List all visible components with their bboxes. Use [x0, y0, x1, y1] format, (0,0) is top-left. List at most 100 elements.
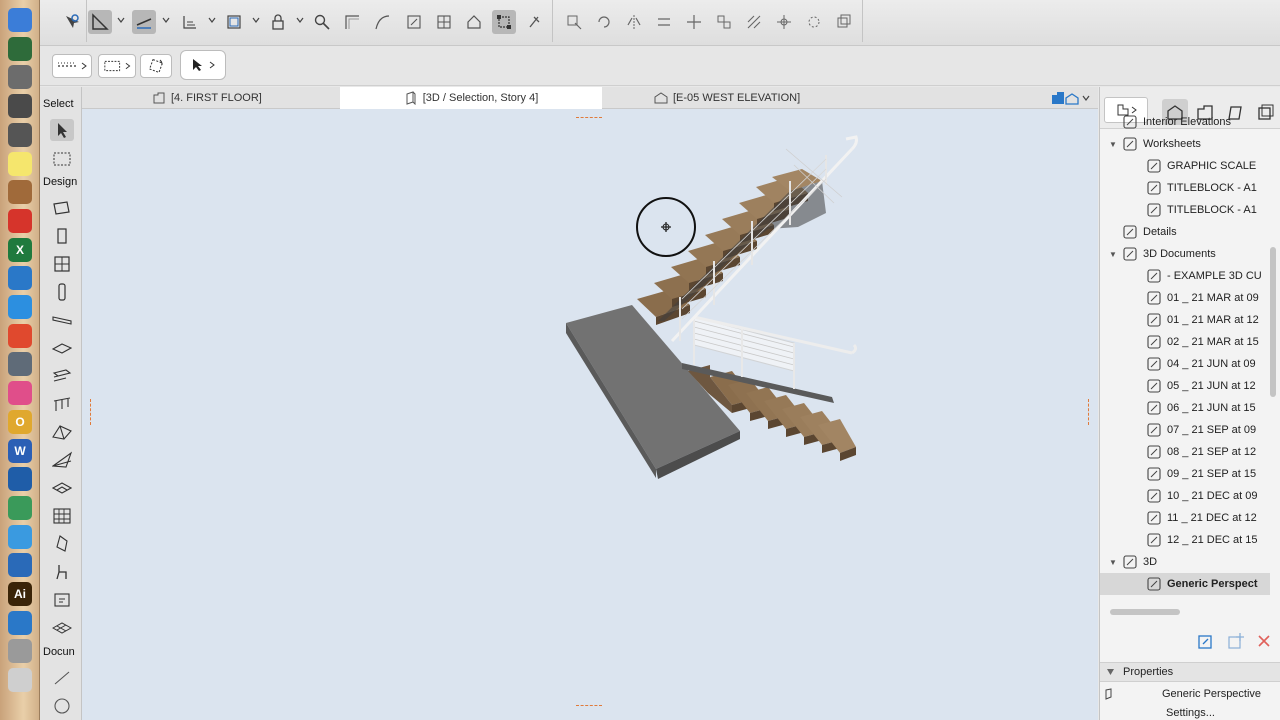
- rotate-marquee-button[interactable]: [140, 54, 172, 78]
- explode-icon[interactable]: [802, 10, 826, 34]
- dropdown-arrow-icon[interactable]: [252, 16, 260, 24]
- tree-item[interactable]: Interior Elevations: [1100, 111, 1270, 133]
- outlook-icon[interactable]: O: [8, 409, 32, 434]
- find-select-icon[interactable]: [310, 10, 334, 34]
- tree-item[interactable]: GRAPHIC SCALE: [1100, 155, 1270, 177]
- door-tool-icon[interactable]: [50, 225, 74, 247]
- line-tool-icon[interactable]: [50, 667, 74, 689]
- edit-selection-icon[interactable]: [492, 10, 516, 34]
- stair-tool-icon[interactable]: [50, 365, 74, 387]
- dropdown-arrow-icon[interactable]: [208, 16, 216, 24]
- design-heading[interactable]: Design: [43, 176, 77, 188]
- blueprint-icon[interactable]: [8, 610, 32, 635]
- properties-header[interactable]: Properties: [1100, 662, 1280, 682]
- tab-west-elevation[interactable]: [E-05 WEST ELEVATION]: [654, 87, 894, 109]
- notes-icon[interactable]: [8, 151, 32, 176]
- intersect-icon[interactable]: [742, 10, 766, 34]
- open-view-icon[interactable]: [1196, 633, 1214, 651]
- adjust-icon[interactable]: [772, 10, 796, 34]
- lock-icon[interactable]: [266, 10, 290, 34]
- split-icon[interactable]: [432, 10, 456, 34]
- stair-3d-model[interactable]: [82, 109, 1098, 720]
- skylight-tool-icon[interactable]: [50, 477, 74, 499]
- itunes-icon[interactable]: [8, 381, 32, 406]
- slab-tool-icon[interactable]: [50, 337, 74, 359]
- illustrator-icon[interactable]: Ai: [8, 582, 32, 606]
- mirror-icon[interactable]: [622, 10, 646, 34]
- tree-item[interactable]: Details: [1100, 221, 1270, 243]
- tree-item[interactable]: 06 _ 21 JUN at 15: [1100, 397, 1270, 419]
- shell-tool-icon[interactable]: [50, 449, 74, 471]
- tab-3d-selection[interactable]: [3D / Selection, Story 4]: [340, 87, 602, 109]
- settings-button[interactable]: Settings...: [1100, 707, 1280, 720]
- tree-vertical-scrollbar[interactable]: [1270, 247, 1276, 397]
- drag-icon[interactable]: [562, 10, 586, 34]
- tree-item[interactable]: 12 _ 21 DEC at 15: [1100, 529, 1270, 551]
- launchpad-icon[interactable]: [8, 94, 32, 119]
- arrow-tool-icon[interactable]: [60, 10, 84, 34]
- selection-frame-icon[interactable]: [222, 10, 246, 34]
- quicktime-icon[interactable]: [8, 467, 32, 492]
- roof-tool-icon[interactable]: [50, 421, 74, 443]
- railing-tool-icon[interactable]: [50, 393, 74, 415]
- zone-tool-icon[interactable]: [50, 589, 74, 611]
- delete-icon[interactable]: [1256, 633, 1272, 649]
- window-tool-icon[interactable]: [50, 253, 74, 275]
- word-icon[interactable]: W: [8, 438, 32, 463]
- snap-guides-icon[interactable]: [132, 10, 156, 34]
- dropdown-arrow-icon[interactable]: [162, 16, 170, 24]
- tree-item[interactable]: 10 _ 21 DEC at 09: [1100, 485, 1270, 507]
- offset-icon[interactable]: [340, 10, 364, 34]
- tree-item[interactable]: TITLEBLOCK - A1: [1100, 199, 1270, 221]
- column-tool-icon[interactable]: [50, 281, 74, 303]
- view-switch-button[interactable]: [1050, 89, 1094, 107]
- select-heading[interactable]: Select: [43, 98, 74, 110]
- dashboard-icon[interactable]: [8, 36, 32, 61]
- dropdown-arrow-icon[interactable]: [296, 16, 304, 24]
- expand-triangle-icon[interactable]: ▼: [1108, 557, 1118, 567]
- tree-item[interactable]: 01 _ 21 MAR at 12: [1100, 309, 1270, 331]
- expand-triangle-icon[interactable]: ▼: [1108, 139, 1118, 149]
- archicad-alt-icon[interactable]: [8, 553, 32, 578]
- tree-item[interactable]: 08 _ 21 SEP at 12: [1100, 441, 1270, 463]
- system-prefs-icon[interactable]: [8, 122, 32, 147]
- marquee-tool-icon[interactable]: [50, 148, 74, 170]
- dropdown-arrow-icon[interactable]: [117, 16, 125, 24]
- tree-item[interactable]: 09 _ 21 SEP at 15: [1100, 463, 1270, 485]
- document-icon[interactable]: [8, 668, 32, 693]
- tree-item[interactable]: - EXAMPLE 3D CU: [1100, 265, 1270, 287]
- beam-tool-icon[interactable]: [50, 309, 74, 331]
- tree-item[interactable]: TITLEBLOCK - A1: [1100, 177, 1270, 199]
- acrobat-icon[interactable]: [8, 208, 32, 233]
- resize-icon[interactable]: [402, 10, 426, 34]
- tree-item[interactable]: 05 _ 21 JUN at 12: [1100, 375, 1270, 397]
- elevate-icon[interactable]: [652, 10, 676, 34]
- document-heading[interactable]: Docun: [43, 646, 75, 658]
- curtain-wall-tool-icon[interactable]: [50, 505, 74, 527]
- tree-item[interactable]: 04 _ 21 JUN at 09: [1100, 353, 1270, 375]
- messages-icon[interactable]: [8, 524, 32, 549]
- tree-item[interactable]: ▼ Worksheets: [1100, 133, 1270, 155]
- multiply-icon[interactable]: [712, 10, 736, 34]
- home-story-icon[interactable]: [462, 10, 486, 34]
- scanner-icon[interactable]: [8, 352, 32, 377]
- guide-line-icon[interactable]: [88, 10, 112, 34]
- group-icon[interactable]: [832, 10, 856, 34]
- rotate-icon[interactable]: [592, 10, 616, 34]
- pin-icon[interactable]: [522, 10, 546, 34]
- mesh-tool-icon[interactable]: [50, 617, 74, 639]
- book-icon[interactable]: [8, 180, 32, 205]
- finder-icon[interactable]: [8, 8, 32, 32]
- chrome-icon[interactable]: [8, 323, 32, 348]
- marquee-options-button[interactable]: [52, 54, 92, 78]
- tree-item[interactable]: 11 _ 21 DEC at 12: [1100, 507, 1270, 529]
- curve-icon[interactable]: [370, 10, 394, 34]
- morph-tool-icon[interactable]: [50, 533, 74, 555]
- marquee-shape-button[interactable]: [98, 54, 136, 78]
- tree-horizontal-scrollbar[interactable]: [1110, 609, 1180, 615]
- grid-snap-icon[interactable]: [178, 10, 202, 34]
- safari-icon[interactable]: [8, 295, 32, 319]
- new-view-icon[interactable]: [1226, 631, 1246, 651]
- arrow-tool-icon[interactable]: [50, 119, 74, 141]
- arrow-mode-button[interactable]: [180, 50, 226, 80]
